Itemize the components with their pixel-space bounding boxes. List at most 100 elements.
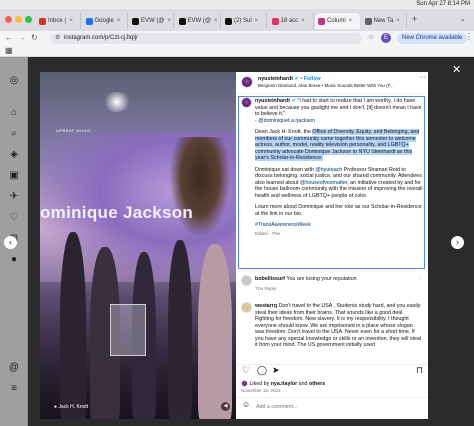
threads-icon[interactable]: @ xyxy=(8,362,20,374)
close-tab-icon[interactable]: × xyxy=(117,18,121,24)
profile-avatar[interactable]: E xyxy=(381,33,391,43)
reels-icon[interactable]: ▣ xyxy=(8,170,20,182)
tab-favicon-icon xyxy=(178,17,186,25)
browser-tab[interactable]: EVW (@ × xyxy=(176,13,221,29)
messages-icon[interactable]: ✈ xyxy=(8,191,20,203)
comment-bubble-icon[interactable]: ◯ xyxy=(257,366,267,374)
close-tab-icon[interactable]: × xyxy=(301,18,305,24)
audio-track[interactable]: Benjamin Diamond, Alan Braxe • Music Sou… xyxy=(258,83,426,90)
follow-button[interactable]: Follow xyxy=(304,76,321,82)
liked-by-user[interactable]: nya.itaylor xyxy=(271,381,298,387)
explore-icon[interactable]: ◈ xyxy=(8,149,20,161)
author-avatar[interactable] xyxy=(241,76,253,88)
instagram-page: ◎ ⌂ ⌕ ◈ ▣ ✈ ♡ ⊞ ● @ ≡ ✕ ‹ › UPBEAT MUSIC… xyxy=(0,57,474,426)
commenter-avatar[interactable] xyxy=(241,275,252,286)
caption-username[interactable]: nyusteinhardt xyxy=(255,98,290,104)
close-tab-icon[interactable]: × xyxy=(349,18,353,24)
tab-favicon-icon xyxy=(225,17,232,25)
forward-icon[interactable]: → xyxy=(18,33,26,43)
caption-dean-intro: Dean Jack H. Knott, the xyxy=(255,129,313,135)
tab-search-chevron-icon[interactable]: ⌄ xyxy=(460,15,466,23)
search-icon[interactable]: ⌕ xyxy=(8,128,20,140)
address-bar[interactable]: ⚙ instagram.com/p/Czt-cjJtqlj/ xyxy=(50,33,362,44)
next-post-arrow-icon[interactable]: › xyxy=(451,236,464,249)
browser-tab[interactable]: New Ta × xyxy=(362,13,407,29)
more-menu-icon[interactable]: ≡ xyxy=(8,383,20,395)
caption-mention-hyuteach[interactable]: @hyuteach xyxy=(315,167,342,173)
profile-icon[interactable]: ● xyxy=(8,254,20,266)
commenter-avatar[interactable] xyxy=(241,302,252,313)
tab-title: 18 acc xyxy=(280,18,299,24)
mute-audio-icon[interactable]: ◀ xyxy=(221,402,230,411)
close-window-icon[interactable] xyxy=(5,16,12,23)
caption-mention[interactable]: @dominiquet.a.rjackson xyxy=(258,118,315,124)
tab-title: Google xyxy=(94,18,114,24)
new-chrome-available-button[interactable]: New Chrome available xyxy=(397,33,468,44)
liker-avatar[interactable] xyxy=(241,380,248,387)
browser-tab[interactable]: Google × xyxy=(83,13,128,29)
comment-1-username[interactable]: bobellissurf xyxy=(255,276,285,282)
url-text: instagram.com/p/Czt-cjJtqlj/ xyxy=(64,35,138,41)
close-post-icon[interactable]: ✕ xyxy=(452,63,461,76)
header-divider xyxy=(236,93,428,94)
caption-text: nyusteinhardt ✔ "I had to start to reali… xyxy=(255,98,423,236)
post-photo[interactable]: UPBEAT MUSIC ominique Jackson ● Jack H. … xyxy=(40,72,236,419)
back-icon[interactable]: ← xyxy=(5,33,13,43)
mac-menu-bar: Sun Apr 27 8:14 PM xyxy=(0,0,474,9)
caption-paragraph-3: Learn more about Dominique and her role … xyxy=(255,204,422,217)
close-tab-icon[interactable]: × xyxy=(167,18,171,24)
browser-tab[interactable]: (2) Sul × xyxy=(222,13,267,29)
close-tab-icon[interactable]: × xyxy=(396,18,400,24)
save-bookmark-icon[interactable]: ⊓ xyxy=(416,366,423,374)
close-tab-icon[interactable]: × xyxy=(255,18,259,24)
home-icon[interactable]: ⌂ xyxy=(8,107,20,119)
browser-tab[interactable]: 18 acc × xyxy=(269,13,314,29)
browser-tab[interactable]: Columi × xyxy=(315,13,360,29)
like-comment-heart-icon[interactable]: ♡ xyxy=(418,304,422,311)
zoom-window-icon[interactable] xyxy=(25,16,32,23)
comment-2-username[interactable]: westarrq xyxy=(255,303,277,309)
minimize-window-icon[interactable] xyxy=(15,16,22,23)
comment-1: bobellissurf You are losing your reputat… xyxy=(255,276,423,292)
attendee-figure xyxy=(168,240,192,419)
verified-badge-icon: ✔ xyxy=(294,76,299,82)
post-date: November 16, 2023 xyxy=(241,388,281,393)
close-tab-icon[interactable]: × xyxy=(214,18,218,24)
browser-tab[interactable]: EVW (@ × xyxy=(129,13,174,29)
caption-hashtag[interactable]: #TransAwarenessWeek xyxy=(255,222,311,228)
display-table xyxy=(110,304,146,356)
tab-title: Inbox ( xyxy=(48,18,67,24)
likes-summary: Liked by nya.itaylor and others xyxy=(241,380,325,387)
bookmark-star-icon[interactable]: ☆ xyxy=(368,33,374,43)
comment-1-meta[interactable]: 71w Reply xyxy=(255,286,423,293)
author-username[interactable]: nyusteinhardt xyxy=(258,76,293,82)
share-send-icon[interactable]: ➤ xyxy=(272,366,280,374)
comment-2: westarrq Don't travel to the USA . Stude… xyxy=(255,303,423,363)
like-comment-heart-icon[interactable]: ♡ xyxy=(418,277,422,284)
tab-title: Columi xyxy=(327,18,346,24)
caption-avatar[interactable] xyxy=(241,97,252,108)
reload-icon[interactable]: ↻ xyxy=(31,33,38,43)
apps-grid-icon[interactable]: ▦ xyxy=(5,46,13,55)
add-comment-input[interactable] xyxy=(256,402,406,411)
post-options-icon[interactable]: ··· xyxy=(419,74,426,82)
liked-by-others[interactable]: others xyxy=(309,381,325,387)
site-info-icon[interactable]: ⚙ xyxy=(55,33,60,44)
caption-edited-meta: Edited · 75w xyxy=(255,230,281,236)
comment-1-text: You are losing your reputation xyxy=(286,276,357,282)
photo-tag-credit[interactable]: ● Jack H. Knott xyxy=(54,404,88,410)
new-tab-plus-icon[interactable]: + xyxy=(412,14,417,24)
emoji-picker-icon[interactable]: ☺ xyxy=(242,401,250,409)
notifications-heart-icon[interactable]: ♡ xyxy=(8,212,20,224)
like-heart-icon[interactable]: ♡ xyxy=(242,366,250,374)
close-tab-icon[interactable]: × xyxy=(69,18,73,24)
browser-tab[interactable]: Inbox (× xyxy=(36,13,81,29)
instagram-logo-icon[interactable]: ◎ xyxy=(8,75,20,87)
tab-favicon-icon xyxy=(318,17,325,25)
tab-title: (2) Sul xyxy=(234,18,252,24)
attendee-figure xyxy=(198,244,232,419)
chrome-menu-icon[interactable]: ⋮ xyxy=(465,32,473,42)
caption-mention-house[interactable]: @houseofvesmatter xyxy=(300,180,347,186)
previous-post-arrow-icon[interactable]: ‹ xyxy=(4,236,17,249)
tab-title: EVW (@ xyxy=(141,18,165,24)
